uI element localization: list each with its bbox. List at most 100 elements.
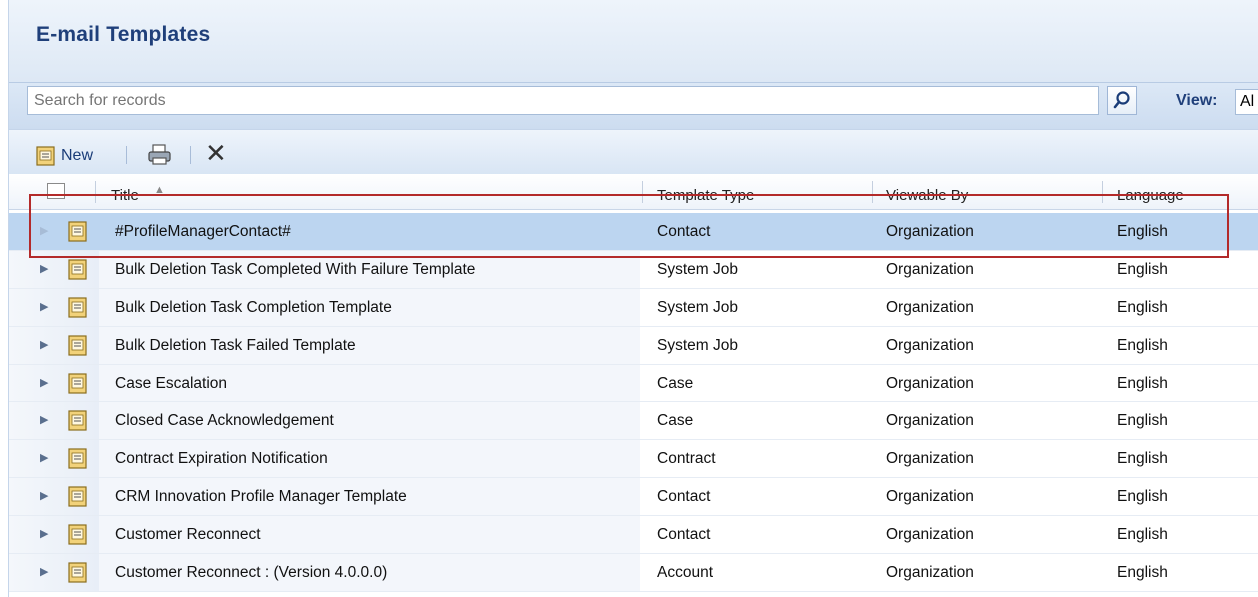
cell-title[interactable]: Closed Case Acknowledgement [115,412,334,430]
expand-row-icon[interactable]: ▶ [40,565,48,578]
column-header-viewable-by[interactable]: Viewable By [886,187,968,204]
print-button[interactable] [147,143,173,167]
cell-template-type: Account [657,564,714,582]
cell-language: English [1117,298,1168,316]
column-header-template-type[interactable]: Template Type [657,187,754,204]
cell-template-type: Contract [657,450,716,468]
toolbar: New ✕ [9,129,1258,175]
cell-language: English [1117,526,1168,544]
table-row[interactable]: ▶ Bulk Deletion Task Completed With Failu… [9,250,1258,289]
cell-viewable-by: Organization [886,374,974,392]
cell-title[interactable]: CRM Innovation Profile Manager Template [115,488,407,506]
expand-row-icon[interactable]: ▶ [40,224,48,237]
new-button[interactable]: New [35,144,93,168]
table-row[interactable]: ▶ Closed Case Acknowledgement Case Organiza… [9,402,1258,441]
expand-row-icon[interactable]: ▶ [40,300,48,313]
email-template-icon [68,297,87,318]
toolbar-divider [126,146,127,164]
table-row[interactable]: ▶ Customer Reconnect : (Version 4.0.0.0) A… [9,554,1258,592]
expand-row-icon[interactable]: ▶ [40,451,48,464]
table-row[interactable]: ▶ Bulk Deletion Task Completion Template S… [9,288,1258,327]
cell-title[interactable]: Customer Reconnect [115,526,261,544]
search-input[interactable] [27,86,1099,115]
search-icon [1113,91,1130,109]
cell-viewable-by: Organization [886,412,974,430]
sort-ascending-icon: ▲ [154,184,165,196]
column-divider [642,181,643,203]
cell-language: English [1117,488,1168,506]
table-row[interactable]: ▶ Customer Reconnect Contact Organization En… [9,516,1258,555]
expand-row-icon[interactable]: ▶ [40,376,48,389]
column-header-language[interactable]: Language [1117,187,1184,204]
table-row[interactable]: ▶ CRM Innovation Profile Manager Template… [9,478,1258,517]
email-template-icon [68,524,87,545]
table-row[interactable]: ▶ #ProfileManagerContact# Contact Organizat… [9,213,1258,251]
expand-row-icon[interactable]: ▶ [40,527,48,540]
cell-viewable-by: Organization [886,526,974,544]
email-template-icon [68,410,87,432]
email-template-icon [68,486,87,507]
email-template-icon [68,259,87,280]
view-label: View: [1176,92,1218,109]
cell-viewable-by: Organization [886,298,974,316]
cell-template-type: System Job [657,260,738,278]
column-divider [1102,181,1103,203]
toolbar-divider [190,146,191,164]
expand-row-icon[interactable]: ▶ [40,338,48,351]
cell-viewable-by: Organization [886,336,974,354]
cell-template-type: Case [657,374,694,392]
cell-template-type: System Job [657,336,738,354]
search-bar: View: Al [9,82,1258,130]
cell-title[interactable]: #ProfileManagerContact# [115,223,291,241]
email-template-icon [36,146,55,166]
cell-template-type: Case [657,412,694,430]
window-left-border [0,0,9,597]
cell-title[interactable]: Contract Expiration Notification [115,450,328,468]
cell-viewable-by: Organization [886,223,974,240]
column-header-title[interactable]: Title [111,187,139,204]
cell-viewable-by: Organization [886,260,974,278]
cell-language: English [1117,260,1168,278]
table-row[interactable]: ▶ Case Escalation Case Organization English [9,364,1258,403]
cell-language: English [1117,564,1168,582]
table-row[interactable]: ▶ Contract Expiration Notification Contrac… [9,440,1258,479]
view-selector[interactable]: Al [1235,89,1258,115]
email-template-icon [68,372,87,394]
delete-icon[interactable]: ✕ [205,140,227,168]
cell-viewable-by: Organization [886,450,974,468]
select-all-checkbox[interactable] [47,183,65,199]
cell-title[interactable]: Bulk Deletion Task Failed Template [115,337,356,355]
print-icon [148,144,171,165]
grid-rows: ▶ #ProfileManagerContact# Contact Organizat… [9,213,1258,592]
grid-header: Title ▲ Template Type Viewable By Langua… [9,174,1258,210]
email-template-icon [68,335,87,356]
new-button-label: New [61,147,94,164]
cell-title[interactable]: Customer Reconnect : (Version 4.0.0.0) [115,564,387,582]
cell-viewable-by: Organization [886,488,974,506]
email-template-icon [68,448,87,469]
cell-viewable-by: Organization [886,564,974,582]
cell-title[interactable]: Case Escalation [115,375,227,393]
cell-language: English [1117,450,1168,468]
cell-language: English [1117,336,1168,354]
cell-language: English [1117,223,1168,240]
expand-row-icon[interactable]: ▶ [40,413,48,426]
column-divider [95,181,96,203]
column-divider [872,181,873,203]
cell-language: English [1117,412,1168,430]
search-button[interactable] [1107,86,1137,115]
email-template-icon [68,221,87,242]
table-row[interactable]: ▶ Bulk Deletion Task Failed Template Syste… [9,326,1258,365]
expand-row-icon[interactable]: ▶ [40,489,48,502]
cell-title[interactable]: Bulk Deletion Task Completion Template [115,299,392,317]
cell-template-type: Contact [657,223,711,240]
cell-template-type: Contact [657,488,711,506]
email-template-icon [68,562,87,583]
title-bar: E-mail Templates [9,0,1258,82]
cell-title[interactable]: Bulk Deletion Task Completed With Failur… [115,261,475,279]
cell-template-type: System Job [657,298,738,316]
page-title: E-mail Templates [36,23,211,46]
cell-language: English [1117,374,1168,392]
expand-row-icon[interactable]: ▶ [40,262,48,275]
cell-template-type: Contact [657,526,711,544]
